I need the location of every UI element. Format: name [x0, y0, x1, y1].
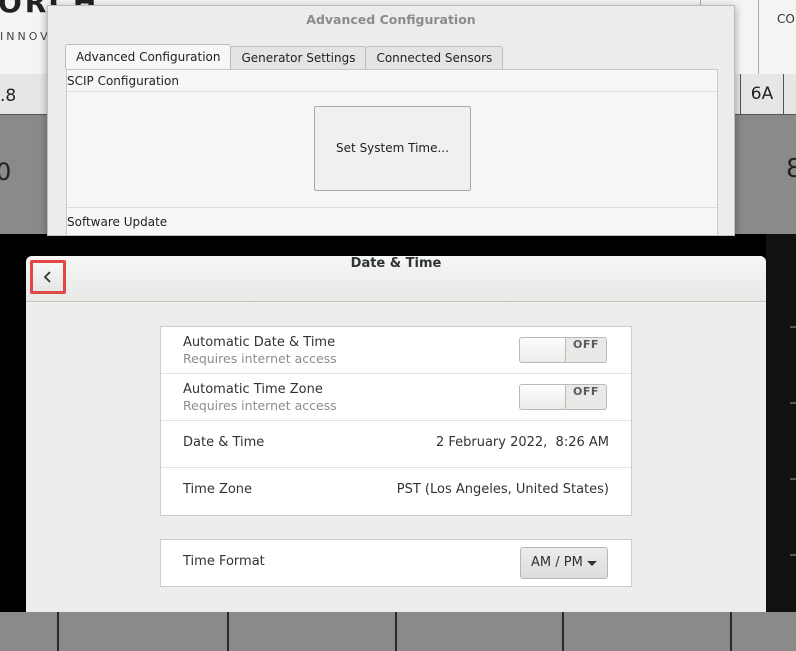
advanced-configuration-dialog: Advanced Configuration Advanced Configur… [47, 5, 735, 236]
background-tick [790, 554, 796, 556]
section-label-software-update: Software Update [67, 215, 168, 229]
background-column-divider [395, 612, 397, 651]
automatic-time-zone-switch[interactable]: OFF [519, 384, 607, 410]
switch-state-label: OFF [573, 338, 599, 351]
background-header-divider [758, 0, 759, 74]
tab-content-panel: SCIP Configuration Set System Time... So… [66, 69, 718, 235]
background-big-left-value: 0 [0, 158, 12, 186]
row-label: Time Zone [183, 482, 253, 497]
background-tick [790, 326, 796, 328]
time-zone-value: PST (Los Angeles, United States) [396, 482, 609, 497]
background-row-right-value: 6A [740, 74, 784, 114]
background-column-divider [57, 612, 59, 651]
background-right-strip [766, 234, 796, 612]
background-header-right-text: CO [777, 12, 795, 26]
date-time-settings-list: Automatic Date & Time Requires internet … [160, 326, 632, 516]
list-row-time-format: Time Format AM / PM [161, 540, 631, 586]
date-time-value: 2 February 2022, 8:26 AM [435, 435, 609, 450]
row-sublabel: Requires internet access [183, 351, 337, 366]
list-row-time-zone[interactable]: Time Zone PST (Los Angeles, United State… [161, 467, 631, 515]
panel-header-bar: Date & Time [26, 256, 766, 302]
row-label: Date & Time [183, 435, 265, 450]
dialog-tab-bar: Advanced Configuration Generator Setting… [65, 44, 504, 70]
background-row-left-value: .8 [0, 86, 17, 106]
chevron-left-icon [43, 271, 51, 283]
automatic-date-time-switch[interactable]: OFF [519, 337, 607, 363]
row-label: Automatic Date & Time [183, 335, 336, 350]
background-column-divider [562, 612, 564, 651]
row-sublabel: Requires internet access [183, 398, 337, 413]
switch-knob [520, 385, 566, 409]
background-bottom-strip [0, 612, 796, 651]
time-format-dropdown[interactable]: AM / PM [520, 547, 608, 579]
background-column-divider [730, 612, 732, 651]
switch-knob [520, 338, 566, 362]
time-format-selected-value: AM / PM [531, 555, 583, 570]
background-column-divider [227, 612, 229, 651]
list-row-automatic-time-zone[interactable]: Automatic Time Zone Requires internet ac… [161, 373, 631, 420]
section-divider [67, 207, 717, 208]
list-row-automatic-date-time[interactable]: Automatic Date & Time Requires internet … [161, 327, 631, 373]
dialog-title: Advanced Configuration [306, 12, 476, 27]
row-label: Automatic Time Zone [183, 382, 323, 397]
caret-down-icon [587, 561, 597, 566]
time-format-settings-list: Time Format AM / PM [160, 539, 632, 587]
background-tick [790, 478, 796, 480]
background-big-right-value: 8 [786, 154, 796, 184]
date-time-panel: Date & Time Automatic Date & Time Requir… [26, 256, 766, 612]
tab-advanced-configuration[interactable]: Advanced Configuration [65, 44, 232, 69]
list-row-date-time[interactable]: Date & Time 2 February 2022, 8:26 AM [161, 420, 631, 467]
section-label-scip: SCIP Configuration [67, 74, 179, 88]
back-button[interactable] [30, 260, 66, 294]
background-tick [790, 402, 796, 404]
panel-title: Date & Time [350, 256, 442, 271]
tab-generator-settings[interactable]: Generator Settings [230, 46, 367, 69]
switch-state-label: OFF [573, 385, 599, 398]
section-divider [67, 91, 717, 92]
row-label: Time Format [183, 554, 265, 569]
set-system-time-button[interactable]: Set System Time... [314, 106, 471, 191]
tab-connected-sensors[interactable]: Connected Sensors [365, 46, 504, 69]
